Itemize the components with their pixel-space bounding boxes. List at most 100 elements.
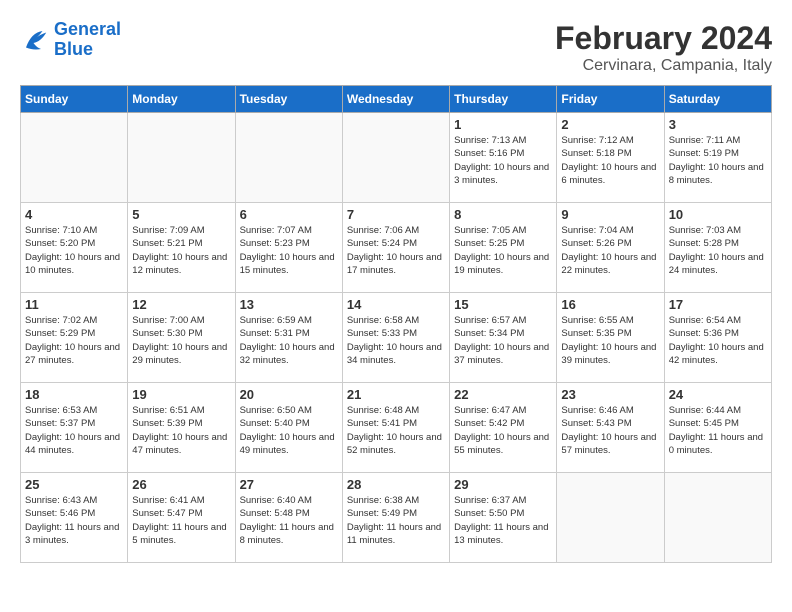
day-number: 17 xyxy=(669,297,767,312)
calendar-cell: 8 Sunrise: 7:05 AM Sunset: 5:25 PM Daylig… xyxy=(450,203,557,293)
day-number: 27 xyxy=(240,477,338,492)
column-header-thursday: Thursday xyxy=(450,86,557,113)
page-header: General Blue February 2024 Cervinara, Ca… xyxy=(20,20,772,75)
calendar-cell: 15 Sunrise: 6:57 AM Sunset: 5:34 PM Dayli… xyxy=(450,293,557,383)
logo-text-line1: General xyxy=(54,20,121,40)
calendar-week-row: 18Sunrise: 6:53 AM Sunset: 5:37 PM Dayli… xyxy=(21,383,772,473)
day-number: 26 xyxy=(132,477,230,492)
day-number: 12 xyxy=(132,297,230,312)
day-number: 13 xyxy=(240,297,338,312)
calendar-cell: 26Sunrise: 6:41 AM Sunset: 5:47 PM Dayli… xyxy=(128,473,235,563)
calendar-cell: 1 Sunrise: 7:13 AM Sunset: 5:16 PM Daylig… xyxy=(450,113,557,203)
day-number: 22 xyxy=(454,387,552,402)
calendar-cell: 10 Sunrise: 7:03 AM Sunset: 5:28 PM Dayli… xyxy=(664,203,771,293)
calendar-cell xyxy=(664,473,771,563)
column-header-tuesday: Tuesday xyxy=(235,86,342,113)
day-number: 2 xyxy=(561,117,659,132)
cell-info: Sunrise: 7:05 AM Sunset: 5:25 PM Dayligh… xyxy=(454,224,552,277)
calendar-cell: 11Sunrise: 7:02 AM Sunset: 5:29 PM Dayli… xyxy=(21,293,128,383)
calendar-cell: 19 Sunrise: 6:51 AM Sunset: 5:39 PM Dayli… xyxy=(128,383,235,473)
day-number: 23 xyxy=(561,387,659,402)
day-number: 20 xyxy=(240,387,338,402)
calendar-cell: 16Sunrise: 6:55 AM Sunset: 5:35 PM Dayli… xyxy=(557,293,664,383)
cell-info: Sunrise: 6:40 AM Sunset: 5:48 PM Dayligh… xyxy=(240,494,338,547)
day-number: 21 xyxy=(347,387,445,402)
day-number: 25 xyxy=(25,477,123,492)
calendar-cell xyxy=(21,113,128,203)
cell-info: Sunrise: 6:50 AM Sunset: 5:40 PM Dayligh… xyxy=(240,404,338,457)
logo-icon xyxy=(20,25,50,55)
calendar-week-row: 11Sunrise: 7:02 AM Sunset: 5:29 PM Dayli… xyxy=(21,293,772,383)
calendar-cell: 6Sunrise: 7:07 AM Sunset: 5:23 PM Daylig… xyxy=(235,203,342,293)
calendar-cell: 2 Sunrise: 7:12 AM Sunset: 5:18 PM Daylig… xyxy=(557,113,664,203)
day-number: 1 xyxy=(454,117,552,132)
calendar-cell: 18Sunrise: 6:53 AM Sunset: 5:37 PM Dayli… xyxy=(21,383,128,473)
calendar-cell: 28 Sunrise: 6:38 AM Sunset: 5:49 PM Dayli… xyxy=(342,473,449,563)
calendar-cell: 3 Sunrise: 7:11 AM Sunset: 5:19 PM Daylig… xyxy=(664,113,771,203)
calendar-cell: 23Sunrise: 6:46 AM Sunset: 5:43 PM Dayli… xyxy=(557,383,664,473)
cell-info: Sunrise: 6:43 AM Sunset: 5:46 PM Dayligh… xyxy=(25,494,123,547)
cell-info: Sunrise: 6:51 AM Sunset: 5:39 PM Dayligh… xyxy=(132,404,230,457)
cell-info: Sunrise: 6:47 AM Sunset: 5:42 PM Dayligh… xyxy=(454,404,552,457)
cell-info: Sunrise: 7:06 AM Sunset: 5:24 PM Dayligh… xyxy=(347,224,445,277)
calendar-cell: 21 Sunrise: 6:48 AM Sunset: 5:41 PM Dayli… xyxy=(342,383,449,473)
cell-info: Sunrise: 6:57 AM Sunset: 5:34 PM Dayligh… xyxy=(454,314,552,367)
day-number: 19 xyxy=(132,387,230,402)
column-header-saturday: Saturday xyxy=(664,86,771,113)
cell-info: Sunrise: 7:02 AM Sunset: 5:29 PM Dayligh… xyxy=(25,314,123,367)
calendar-week-row: 1 Sunrise: 7:13 AM Sunset: 5:16 PM Daylig… xyxy=(21,113,772,203)
day-number: 5 xyxy=(132,207,230,222)
cell-info: Sunrise: 7:11 AM Sunset: 5:19 PM Dayligh… xyxy=(669,134,767,187)
cell-info: Sunrise: 7:09 AM Sunset: 5:21 PM Dayligh… xyxy=(132,224,230,277)
cell-info: Sunrise: 6:54 AM Sunset: 5:36 PM Dayligh… xyxy=(669,314,767,367)
cell-info: Sunrise: 7:00 AM Sunset: 5:30 PM Dayligh… xyxy=(132,314,230,367)
calendar-cell xyxy=(557,473,664,563)
calendar-cell: 20 Sunrise: 6:50 AM Sunset: 5:40 PM Dayli… xyxy=(235,383,342,473)
cell-info: Sunrise: 7:10 AM Sunset: 5:20 PM Dayligh… xyxy=(25,224,123,277)
day-number: 3 xyxy=(669,117,767,132)
cell-info: Sunrise: 7:03 AM Sunset: 5:28 PM Dayligh… xyxy=(669,224,767,277)
calendar-cell: 25 Sunrise: 6:43 AM Sunset: 5:46 PM Dayli… xyxy=(21,473,128,563)
calendar-cell xyxy=(342,113,449,203)
day-number: 29 xyxy=(454,477,552,492)
logo: General Blue xyxy=(20,20,121,60)
day-number: 14 xyxy=(347,297,445,312)
cell-info: Sunrise: 6:48 AM Sunset: 5:41 PM Dayligh… xyxy=(347,404,445,457)
calendar-week-row: 4 Sunrise: 7:10 AM Sunset: 5:20 PM Daylig… xyxy=(21,203,772,293)
location-subtitle: Cervinara, Campania, Italy xyxy=(555,57,772,75)
cell-info: Sunrise: 6:38 AM Sunset: 5:49 PM Dayligh… xyxy=(347,494,445,547)
cell-info: Sunrise: 7:13 AM Sunset: 5:16 PM Dayligh… xyxy=(454,134,552,187)
cell-info: Sunrise: 6:59 AM Sunset: 5:31 PM Dayligh… xyxy=(240,314,338,367)
cell-info: Sunrise: 6:37 AM Sunset: 5:50 PM Dayligh… xyxy=(454,494,552,547)
calendar-week-row: 25 Sunrise: 6:43 AM Sunset: 5:46 PM Dayli… xyxy=(21,473,772,563)
day-number: 8 xyxy=(454,207,552,222)
day-number: 10 xyxy=(669,207,767,222)
calendar-cell: 29 Sunrise: 6:37 AM Sunset: 5:50 PM Dayli… xyxy=(450,473,557,563)
logo-text-line2: Blue xyxy=(54,40,121,60)
column-header-friday: Friday xyxy=(557,86,664,113)
calendar-cell xyxy=(235,113,342,203)
cell-info: Sunrise: 7:04 AM Sunset: 5:26 PM Dayligh… xyxy=(561,224,659,277)
calendar-cell: 14 Sunrise: 6:58 AM Sunset: 5:33 PM Dayli… xyxy=(342,293,449,383)
day-number: 7 xyxy=(347,207,445,222)
calendar-cell: 27 Sunrise: 6:40 AM Sunset: 5:48 PM Dayli… xyxy=(235,473,342,563)
cell-info: Sunrise: 7:07 AM Sunset: 5:23 PM Dayligh… xyxy=(240,224,338,277)
calendar-header-row: SundayMondayTuesdayWednesdayThursdayFrid… xyxy=(21,86,772,113)
calendar-cell: 5 Sunrise: 7:09 AM Sunset: 5:21 PM Daylig… xyxy=(128,203,235,293)
calendar-cell: 22 Sunrise: 6:47 AM Sunset: 5:42 PM Dayli… xyxy=(450,383,557,473)
day-number: 9 xyxy=(561,207,659,222)
day-number: 16 xyxy=(561,297,659,312)
calendar-cell: 4 Sunrise: 7:10 AM Sunset: 5:20 PM Daylig… xyxy=(21,203,128,293)
day-number: 15 xyxy=(454,297,552,312)
calendar-cell: 7 Sunrise: 7:06 AM Sunset: 5:24 PM Daylig… xyxy=(342,203,449,293)
day-number: 28 xyxy=(347,477,445,492)
title-section: February 2024 Cervinara, Campania, Italy xyxy=(555,20,772,75)
column-header-sunday: Sunday xyxy=(21,86,128,113)
calendar-cell xyxy=(128,113,235,203)
calendar-cell: 9 Sunrise: 7:04 AM Sunset: 5:26 PM Daylig… xyxy=(557,203,664,293)
month-title: February 2024 xyxy=(555,20,772,57)
cell-info: Sunrise: 6:58 AM Sunset: 5:33 PM Dayligh… xyxy=(347,314,445,367)
cell-info: Sunrise: 7:12 AM Sunset: 5:18 PM Dayligh… xyxy=(561,134,659,187)
calendar-cell: 13 Sunrise: 6:59 AM Sunset: 5:31 PM Dayli… xyxy=(235,293,342,383)
day-number: 4 xyxy=(25,207,123,222)
